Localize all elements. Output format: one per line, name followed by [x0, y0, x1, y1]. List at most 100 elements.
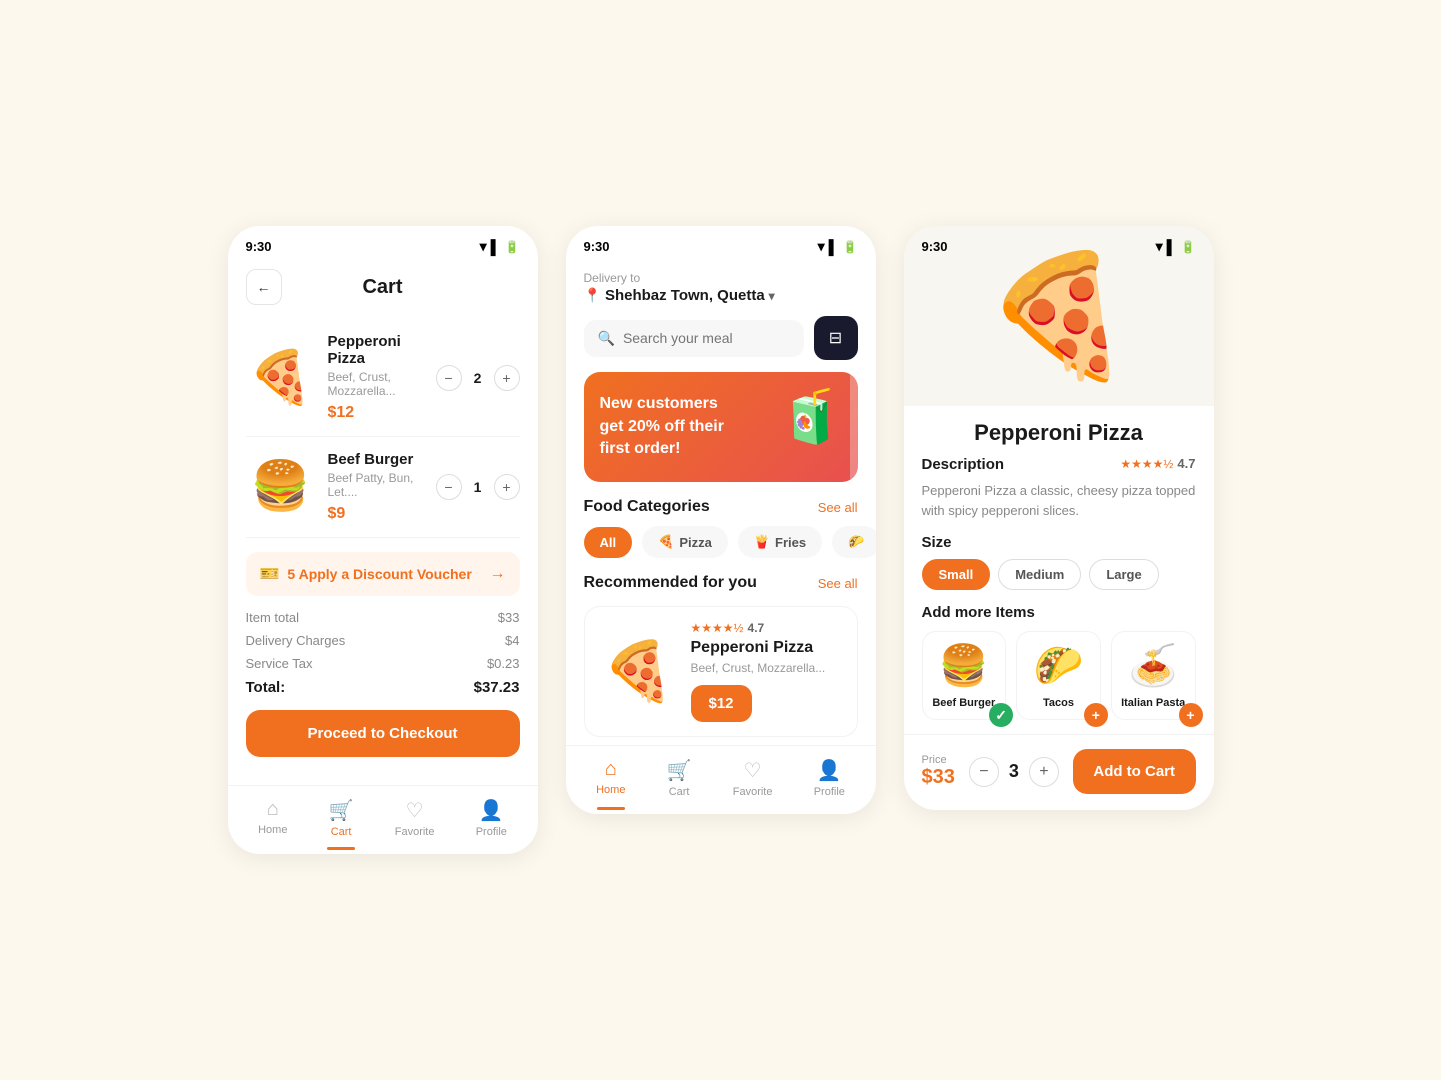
- add-item-burger[interactable]: 🍔 Beef Burger ✓: [922, 631, 1007, 720]
- add-more-label: Add more Items: [922, 604, 1196, 621]
- back-button-1[interactable]: ←: [246, 269, 282, 305]
- add-burger-name: Beef Burger: [932, 697, 995, 709]
- home-icon-1: ⌂: [267, 798, 279, 821]
- size-medium[interactable]: Medium: [998, 559, 1081, 590]
- checkout-button[interactable]: Proceed to Checkout: [246, 710, 520, 757]
- pizza-info: Pepperoni Pizza Beef, Crust, Mozzarella.…: [328, 333, 424, 422]
- promo-text: New customers get 20% off their first or…: [600, 393, 740, 460]
- size-section: Size Small Medium Large: [922, 534, 1196, 590]
- nav-profile-label-2: Profile: [814, 786, 845, 798]
- status-icons-1: ▾ ▌ 🔋: [480, 238, 520, 255]
- category-taco[interactable]: 🌮: [832, 526, 875, 558]
- search-icon: 🔍: [598, 330, 615, 347]
- taco-cat-icon: 🌮: [848, 534, 864, 550]
- burger-image: 🍔: [246, 452, 316, 522]
- detail-stars-icon: ★★★★½: [1120, 457, 1173, 471]
- wifi-icon-2: ▾: [818, 238, 825, 255]
- nav-home-1[interactable]: ⌂ Home: [258, 798, 287, 838]
- nav-profile-1[interactable]: 👤 Profile: [476, 798, 507, 838]
- status-bar-3: 9:30 ▾ ▌ 🔋: [904, 226, 1214, 261]
- add-burger-emoji: 🍔: [931, 642, 998, 689]
- add-to-cart-bar: Price $33 − 3 + Add to Cart: [904, 734, 1214, 810]
- pizza-qty-num: 2: [470, 370, 486, 386]
- favorite-icon-1: ♡: [406, 798, 424, 823]
- nav-active-indicator-2: [597, 807, 625, 810]
- tax-label: Service Tax: [246, 656, 313, 671]
- item-total-value: $33: [498, 610, 520, 625]
- pizza-price: $12: [328, 404, 424, 422]
- add-pasta-name: Italian Pasta: [1121, 697, 1185, 709]
- voucher-left: 🎫 5 Apply a Discount Voucher: [260, 564, 472, 584]
- category-pizza[interactable]: 🍕Pizza: [642, 526, 728, 558]
- pasta-plus-badge: +: [1179, 703, 1203, 727]
- description-label: Description: [922, 456, 1005, 473]
- cart-icon-1: 🛒: [329, 798, 354, 823]
- nav-profile-label-1: Profile: [476, 826, 507, 838]
- featured-price-button[interactable]: $12: [691, 685, 752, 722]
- time-1: 9:30: [246, 239, 272, 254]
- detail-price-value: $33: [922, 766, 955, 789]
- categories-see-all[interactable]: See all: [818, 500, 858, 515]
- detail-qty-plus[interactable]: +: [1029, 757, 1059, 787]
- detail-content: Pepperoni Pizza Description ★★★★½ 4.7 Pe…: [904, 406, 1214, 720]
- nav-cart-label-1: Cart: [331, 826, 352, 838]
- nav-cart-1[interactable]: 🛒 Cart: [329, 798, 354, 838]
- wifi-icon-3: ▾: [1156, 238, 1163, 255]
- cart-item-pizza: 🍕 Pepperoni Pizza Beef, Crust, Mozzarell…: [246, 319, 520, 437]
- pizza-desc: Beef, Crust, Mozzarella...: [328, 370, 424, 398]
- categories-row: All 🍕Pizza 🍟Fries 🌮: [566, 526, 876, 558]
- promo-image: 🧃: [779, 386, 844, 447]
- pizza-qty-minus[interactable]: −: [436, 365, 462, 391]
- profile-icon-1: 👤: [479, 798, 504, 823]
- tax-value: $0.23: [487, 656, 520, 671]
- item-total-label: Item total: [246, 610, 299, 625]
- promo-strip: [850, 372, 858, 482]
- nav-profile-2[interactable]: 👤 Profile: [814, 758, 845, 798]
- burger-name: Beef Burger: [328, 451, 424, 468]
- filter-icon: ⊟: [829, 328, 842, 348]
- burger-qty-control: − 1 +: [436, 474, 520, 500]
- add-item-taco[interactable]: 🌮 Tacos +: [1016, 631, 1101, 720]
- search-row: 🔍 ⊟: [584, 316, 858, 360]
- status-icons-3: ▾ ▌ 🔋: [1156, 238, 1196, 255]
- size-small[interactable]: Small: [922, 559, 991, 590]
- burger-qty-minus[interactable]: −: [436, 474, 462, 500]
- search-input[interactable]: [623, 330, 790, 346]
- add-taco-emoji: 🌮: [1025, 642, 1092, 689]
- delivery-location[interactable]: 📍 Shehbaz Town, Quetta ▾: [584, 287, 858, 304]
- tax-row: Service Tax $0.23: [246, 656, 520, 671]
- detail-item-name: Pepperoni Pizza: [922, 406, 1196, 456]
- voucher-row[interactable]: 🎫 5 Apply a Discount Voucher →: [246, 552, 520, 596]
- detail-rating: ★★★★½ 4.7: [1120, 456, 1195, 471]
- category-fries[interactable]: 🍟Fries: [738, 526, 822, 558]
- filter-button[interactable]: ⊟: [814, 316, 858, 360]
- rating-number: 4.7: [748, 621, 765, 635]
- category-all[interactable]: All: [584, 527, 633, 558]
- nav-home-2[interactable]: ⌂ Home: [596, 758, 625, 798]
- featured-item-name: Pepperoni Pizza: [691, 639, 843, 657]
- burger-qty-plus[interactable]: +: [494, 474, 520, 500]
- nav-cart-2[interactable]: 🛒 Cart: [667, 758, 692, 798]
- size-large[interactable]: Large: [1089, 559, 1158, 590]
- voucher-icon: 🎫: [260, 564, 280, 584]
- pizza-image: 🍕: [246, 343, 316, 413]
- add-item-pasta[interactable]: 🍝 Italian Pasta +: [1111, 631, 1196, 720]
- add-pasta-emoji: 🍝: [1120, 642, 1187, 689]
- taco-plus-badge: +: [1084, 703, 1108, 727]
- add-to-cart-button[interactable]: Add to Cart: [1073, 749, 1196, 794]
- add-qty-control: − 3 +: [969, 757, 1059, 787]
- time-3: 9:30: [922, 239, 948, 254]
- featured-food-card[interactable]: 🍕 ★★★★½ 4.7 Pepperoni Pizza Beef, Crust,…: [584, 606, 858, 737]
- nav-favorite-2[interactable]: ♡ Favorite: [733, 758, 773, 798]
- add-taco-name: Tacos: [1043, 697, 1074, 709]
- cart-header: ← Cart: [228, 261, 538, 319]
- detail-qty-minus[interactable]: −: [969, 757, 999, 787]
- featured-item-image: 🍕: [599, 632, 679, 712]
- nav-home-label-1: Home: [258, 824, 287, 836]
- nav-favorite-1[interactable]: ♡ Favorite: [395, 798, 435, 838]
- burger-desc: Beef Patty, Bun, Let....: [328, 471, 424, 499]
- pizza-qty-plus[interactable]: +: [494, 365, 520, 391]
- recommended-see-all[interactable]: See all: [818, 576, 858, 591]
- pizza-emoji: 🍕: [248, 352, 313, 404]
- detail-screen: 9:30 ▾ ▌ 🔋 ← 🍕 Pepperoni Pizza Descripti…: [904, 226, 1214, 810]
